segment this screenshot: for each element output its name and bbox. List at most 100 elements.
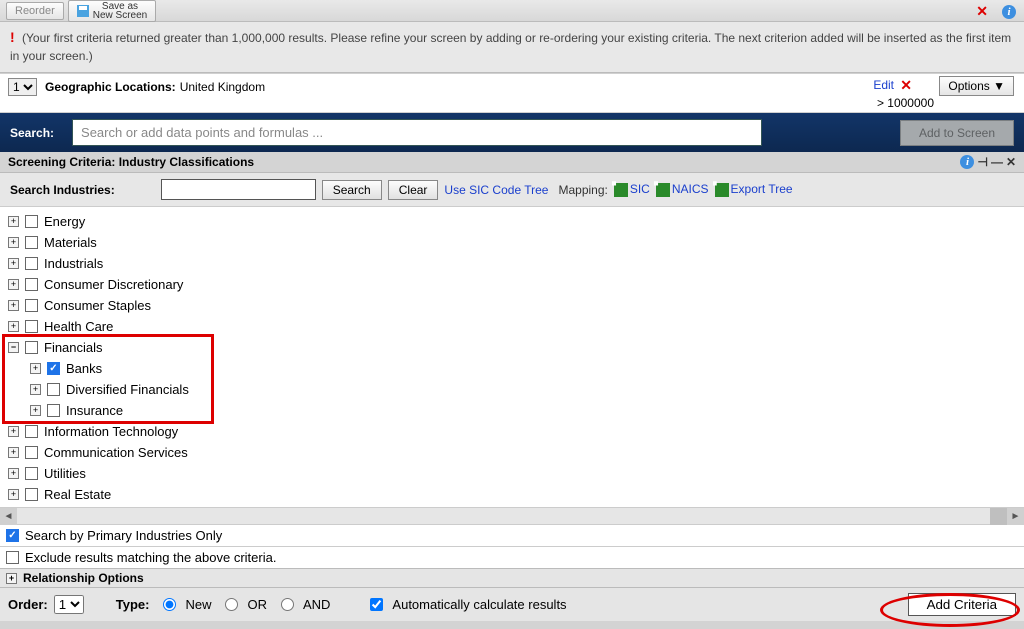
add-criteria-button[interactable]: Add Criteria — [908, 593, 1016, 616]
tree-row[interactable]: + Real Estate — [8, 484, 1016, 505]
industry-label: Communication Services — [44, 445, 188, 460]
remove-criteria-icon[interactable]: ✕ — [900, 77, 912, 94]
export-tree-link[interactable]: Export Tree — [715, 182, 793, 197]
industry-label: Banks — [66, 361, 102, 376]
criteria-label: Geographic Locations: — [45, 80, 176, 94]
horizontal-scrollbar[interactable]: ◄ ► — [0, 507, 1024, 524]
reorder-button[interactable]: Reorder — [6, 2, 64, 20]
section-title: Screening Criteria: Industry Classificat… — [8, 155, 254, 169]
excel-icon — [614, 183, 628, 197]
scroll-right-icon[interactable]: ► — [1007, 508, 1024, 525]
expand-icon[interactable]: + — [8, 447, 19, 458]
relationship-expand-icon[interactable]: + — [6, 573, 17, 584]
expand-icon[interactable]: + — [8, 489, 19, 500]
industry-checkbox[interactable] — [25, 425, 38, 438]
expand-icon[interactable]: + — [8, 258, 19, 269]
use-sic-link[interactable]: Use SIC Code Tree — [444, 183, 548, 197]
search-input[interactable] — [72, 119, 762, 146]
add-to-screen-button[interactable]: Add to Screen — [900, 120, 1014, 146]
pin-icon[interactable]: ⊣ — [977, 155, 987, 169]
edit-link[interactable]: Edit — [873, 78, 894, 92]
save-icon — [77, 5, 89, 17]
industry-label: Materials — [44, 235, 97, 250]
tree-row[interactable]: + Consumer Discretionary — [8, 274, 1016, 295]
expand-icon[interactable]: + — [30, 405, 41, 416]
industry-checkbox[interactable] — [25, 215, 38, 228]
criteria-order-select[interactable]: 1 — [8, 78, 37, 96]
auto-calculate-checkbox[interactable] — [370, 598, 383, 611]
tree-row[interactable]: + Consumer Staples — [8, 295, 1016, 316]
expand-icon[interactable]: + — [8, 426, 19, 437]
industry-checkbox[interactable] — [47, 362, 60, 375]
industry-label: Consumer Discretionary — [44, 277, 183, 292]
section-info-icon[interactable]: i — [960, 155, 974, 169]
industry-checkbox[interactable] — [25, 341, 38, 354]
options-button[interactable]: Options ▼ — [939, 76, 1014, 96]
type-or-radio[interactable] — [225, 598, 238, 611]
exclude-results-label: Exclude results matching the above crite… — [25, 550, 276, 565]
tree-row[interactable]: + Communication Services — [8, 442, 1016, 463]
tree-row[interactable]: +Health Care — [8, 316, 1016, 337]
relationship-options-label: Relationship Options — [23, 571, 144, 585]
type-label: Type: — [116, 597, 150, 612]
naics-link[interactable]: NAICS — [656, 182, 709, 197]
primary-industries-checkbox[interactable] — [6, 529, 19, 542]
tree-row[interactable]: +Information Technology — [8, 421, 1016, 442]
sic-link[interactable]: SIC — [614, 182, 650, 197]
industry-checkbox[interactable] — [25, 488, 38, 501]
order-select[interactable]: 1 — [54, 595, 84, 614]
industry-label: Financials — [44, 340, 103, 355]
industry-checkbox[interactable] — [25, 257, 38, 270]
tree-row[interactable]: − Financials — [8, 337, 1016, 358]
type-or-label: OR — [247, 597, 267, 612]
industry-checkbox[interactable] — [47, 404, 60, 417]
industry-checkbox[interactable] — [47, 383, 60, 396]
industry-tree[interactable]: +Energy+Materials+Industrials+Consumer D… — [0, 207, 1024, 507]
type-new-radio[interactable] — [163, 598, 176, 611]
type-and-radio[interactable] — [281, 598, 294, 611]
tree-row[interactable]: +Insurance — [8, 400, 1016, 421]
exclude-results-checkbox[interactable] — [6, 551, 19, 564]
industry-label: Consumer Staples — [44, 298, 151, 313]
expand-icon[interactable]: + — [8, 468, 19, 479]
expand-icon[interactable]: + — [8, 237, 19, 248]
section-close-icon[interactable]: ✕ — [1006, 155, 1016, 169]
industry-label: Utilities — [44, 466, 86, 481]
info-icon[interactable]: i — [1002, 5, 1016, 19]
search-industries-input[interactable] — [161, 179, 316, 200]
expand-icon[interactable]: + — [30, 363, 41, 374]
industry-checkbox[interactable] — [25, 467, 38, 480]
save-as-new-screen-button[interactable]: Save asNew Screen — [68, 0, 156, 22]
tree-row[interactable]: + Energy — [8, 211, 1016, 232]
expand-icon[interactable]: + — [8, 321, 19, 332]
expand-icon[interactable]: + — [30, 384, 41, 395]
scroll-thumb[interactable] — [990, 508, 1007, 525]
close-icon[interactable]: ✕ — [976, 3, 988, 20]
auto-calculate-label: Automatically calculate results — [392, 597, 566, 612]
criteria-row: 1 Geographic Locations: United Kingdom E… — [0, 73, 1024, 113]
tree-row[interactable]: +Diversified Financials — [8, 379, 1016, 400]
tree-row[interactable]: +Industrials — [8, 253, 1016, 274]
industry-label: Energy — [44, 214, 85, 229]
industry-checkbox[interactable] — [25, 278, 38, 291]
mapping-label: Mapping: — [558, 183, 607, 197]
industry-label: Real Estate — [44, 487, 111, 502]
tree-row[interactable]: + Utilities — [8, 463, 1016, 484]
expand-icon[interactable]: + — [8, 216, 19, 227]
tree-row[interactable]: + Materials — [8, 232, 1016, 253]
type-new-label: New — [185, 597, 211, 612]
industry-checkbox[interactable] — [25, 299, 38, 312]
industry-checkbox[interactable] — [25, 320, 38, 333]
collapse-icon[interactable]: − — [8, 342, 19, 353]
clear-button[interactable]: Clear — [388, 180, 439, 200]
minimize-icon[interactable]: — — [991, 155, 1003, 169]
search-button[interactable]: Search — [322, 180, 382, 200]
scroll-left-icon[interactable]: ◄ — [0, 508, 17, 525]
expand-icon[interactable]: + — [8, 300, 19, 311]
warning-bar: ! (Your first criteria returned greater … — [0, 22, 1024, 73]
industry-checkbox[interactable] — [25, 236, 38, 249]
warning-text: (Your first criteria returned greater th… — [10, 31, 1011, 63]
expand-icon[interactable]: + — [8, 279, 19, 290]
tree-row[interactable]: + Banks — [8, 358, 1016, 379]
industry-checkbox[interactable] — [25, 446, 38, 459]
